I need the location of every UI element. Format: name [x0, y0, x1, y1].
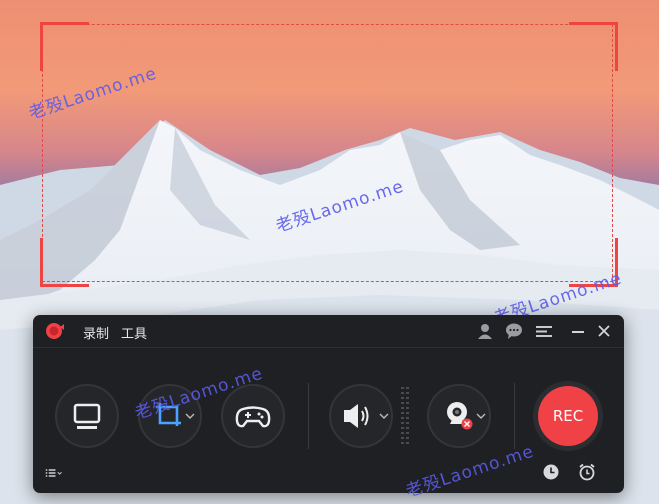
list-icon[interactable]	[45, 464, 63, 482]
rec-label: REC	[538, 386, 598, 446]
user-icon[interactable]	[476, 322, 494, 340]
full-screen-button[interactable]	[55, 384, 119, 448]
menu-tools[interactable]: 工具	[121, 323, 147, 342]
close-icon[interactable]	[595, 322, 613, 340]
chevron-down-icon[interactable]	[184, 410, 196, 422]
webcam-button[interactable]	[427, 384, 491, 448]
minimize-icon[interactable]	[569, 322, 587, 340]
recorder-panel: 录制 工具 REC	[33, 315, 624, 493]
gamepad-icon	[235, 406, 271, 428]
resize-handle-top-left[interactable]	[40, 22, 89, 71]
app-logo-icon	[46, 323, 64, 339]
chevron-down-icon[interactable]	[378, 410, 390, 422]
chat-icon[interactable]	[505, 322, 523, 340]
capture-region-outline[interactable]	[42, 24, 613, 282]
alarm-icon[interactable]	[578, 463, 596, 481]
resize-handle-bottom-left[interactable]	[40, 238, 89, 287]
chevron-down-icon[interactable]	[475, 410, 487, 422]
monitor-icon	[73, 403, 101, 429]
divider	[514, 383, 515, 449]
menu-record[interactable]: 录制	[83, 323, 109, 342]
rec-button[interactable]: REC	[533, 381, 603, 451]
volume-meter	[401, 387, 409, 444]
system-sound-button[interactable]	[329, 384, 393, 448]
hamburger-menu-icon[interactable]	[535, 322, 553, 340]
title-bar: 录制 工具	[33, 315, 624, 348]
resize-handle-top-right[interactable]	[569, 22, 618, 71]
clock-icon[interactable]	[542, 463, 560, 481]
divider	[308, 383, 309, 449]
